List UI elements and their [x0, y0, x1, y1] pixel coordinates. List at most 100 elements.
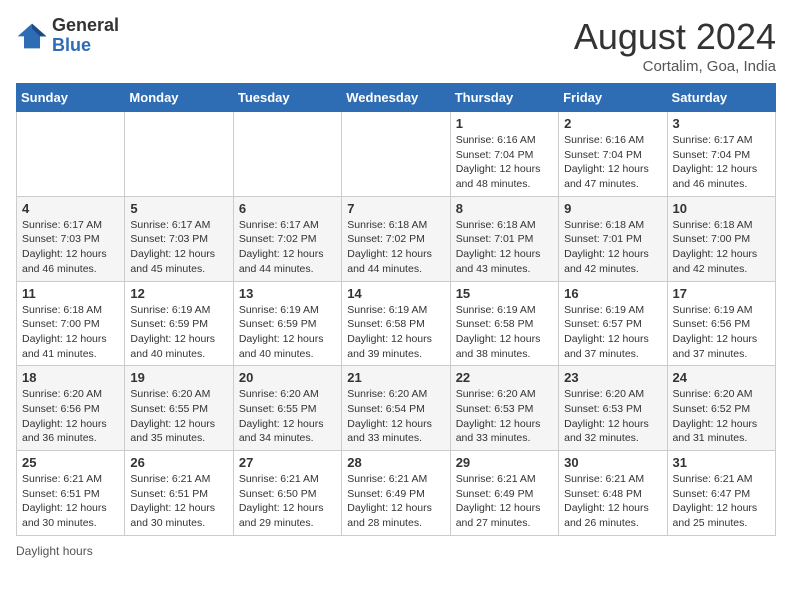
calendar-cell: 1Sunrise: 6:16 AM Sunset: 7:04 PM Daylig…	[450, 112, 558, 197]
day-number: 17	[673, 286, 770, 301]
day-info: Sunrise: 6:19 AM Sunset: 6:56 PM Dayligh…	[673, 303, 770, 362]
day-info: Sunrise: 6:19 AM Sunset: 6:59 PM Dayligh…	[239, 303, 336, 362]
calendar-cell: 12Sunrise: 6:19 AM Sunset: 6:59 PM Dayli…	[125, 281, 233, 366]
day-info: Sunrise: 6:17 AM Sunset: 7:02 PM Dayligh…	[239, 218, 336, 277]
calendar-cell: 15Sunrise: 6:19 AM Sunset: 6:58 PM Dayli…	[450, 281, 558, 366]
day-header-saturday: Saturday	[667, 84, 775, 112]
day-number: 21	[347, 370, 444, 385]
calendar-week-2: 11 Sunrise: 6:18 AM Sunset: 7:00 PM Dayli…	[17, 281, 776, 366]
calendar-cell: 23 Sunrise: 6:20 AM Sunset: 6:53 PM Dayli…	[559, 366, 667, 451]
day-number: 31	[673, 455, 770, 470]
logo: General Blue	[16, 16, 119, 56]
day-info: Sunrise: 6:18 AM Sunset: 7:00 PM Dayligh…	[22, 303, 119, 362]
day-info: Sunrise: 6:21 AM Sunset: 6:50 PM Dayligh…	[239, 472, 336, 531]
day-info: Sunrise: 6:18 AM Sunset: 7:01 PM Dayligh…	[564, 218, 661, 277]
logo-icon	[16, 22, 48, 50]
calendar-week-1: 4 Sunrise: 6:17 AM Sunset: 7:03 PM Daylig…	[17, 196, 776, 281]
day-info: Sunrise: 6:20 AM Sunset: 6:53 PM Dayligh…	[564, 387, 661, 446]
calendar-cell	[233, 112, 341, 197]
day-info: Sunrise: 6:17 AM Sunset: 7:03 PM Dayligh…	[130, 218, 227, 277]
calendar-cell: 20 Sunrise: 6:20 AM Sunset: 6:55 PM Dayli…	[233, 366, 341, 451]
day-number: 10	[673, 201, 770, 216]
day-number: 16	[564, 286, 661, 301]
day-number: 5	[130, 201, 227, 216]
day-info: Sunrise: 6:18 AM Sunset: 7:02 PM Dayligh…	[347, 218, 444, 277]
day-number: 26	[130, 455, 227, 470]
day-info: Sunrise: 6:16 AM Sunset: 7:04 PM Dayligh…	[564, 133, 661, 192]
calendar-cell: 5 Sunrise: 6:17 AM Sunset: 7:03 PM Daylig…	[125, 196, 233, 281]
calendar-cell: 13Sunrise: 6:19 AM Sunset: 6:59 PM Dayli…	[233, 281, 341, 366]
day-info: Sunrise: 6:21 AM Sunset: 6:47 PM Dayligh…	[673, 472, 770, 531]
calendar-cell: 30 Sunrise: 6:21 AM Sunset: 6:48 PM Dayli…	[559, 451, 667, 536]
day-header-sunday: Sunday	[17, 84, 125, 112]
calendar-cell: 6 Sunrise: 6:17 AM Sunset: 7:02 PM Daylig…	[233, 196, 341, 281]
footer-note: Daylight hours	[16, 544, 776, 558]
day-header-monday: Monday	[125, 84, 233, 112]
calendar-cell: 18 Sunrise: 6:20 AM Sunset: 6:56 PM Dayli…	[17, 366, 125, 451]
day-number: 27	[239, 455, 336, 470]
day-number: 22	[456, 370, 553, 385]
calendar-cell: 26 Sunrise: 6:21 AM Sunset: 6:51 PM Dayli…	[125, 451, 233, 536]
month-title: August 2024	[574, 16, 776, 58]
day-number: 20	[239, 370, 336, 385]
calendar-week-4: 25 Sunrise: 6:21 AM Sunset: 6:51 PM Dayli…	[17, 451, 776, 536]
day-number: 23	[564, 370, 661, 385]
day-number: 30	[564, 455, 661, 470]
title-area: August 2024 Cortalim, Goa, India	[574, 16, 776, 75]
day-header-thursday: Thursday	[450, 84, 558, 112]
day-number: 3	[673, 116, 770, 131]
day-number: 28	[347, 455, 444, 470]
day-number: 24	[673, 370, 770, 385]
calendar-cell: 24 Sunrise: 6:20 AM Sunset: 6:52 PM Dayli…	[667, 366, 775, 451]
calendar-cell: 2Sunrise: 6:16 AM Sunset: 7:04 PM Daylig…	[559, 112, 667, 197]
day-info: Sunrise: 6:21 AM Sunset: 6:51 PM Dayligh…	[22, 472, 119, 531]
day-number: 1	[456, 116, 553, 131]
page-header: General Blue August 2024 Cortalim, Goa, …	[16, 16, 776, 75]
day-number: 6	[239, 201, 336, 216]
calendar-cell: 17 Sunrise: 6:19 AM Sunset: 6:56 PM Dayli…	[667, 281, 775, 366]
location: Cortalim, Goa, India	[574, 58, 776, 75]
day-info: Sunrise: 6:20 AM Sunset: 6:55 PM Dayligh…	[239, 387, 336, 446]
day-info: Sunrise: 6:21 AM Sunset: 6:48 PM Dayligh…	[564, 472, 661, 531]
day-info: Sunrise: 6:20 AM Sunset: 6:52 PM Dayligh…	[673, 387, 770, 446]
day-info: Sunrise: 6:20 AM Sunset: 6:55 PM Dayligh…	[130, 387, 227, 446]
calendar-cell	[125, 112, 233, 197]
calendar-cell: 10 Sunrise: 6:18 AM Sunset: 7:00 PM Dayli…	[667, 196, 775, 281]
day-number: 11	[22, 286, 119, 301]
calendar-header-row: SundayMondayTuesdayWednesdayThursdayFrid…	[17, 84, 776, 112]
calendar-cell: 21 Sunrise: 6:20 AM Sunset: 6:54 PM Dayli…	[342, 366, 450, 451]
day-info: Sunrise: 6:17 AM Sunset: 7:04 PM Dayligh…	[673, 133, 770, 192]
day-number: 25	[22, 455, 119, 470]
day-number: 19	[130, 370, 227, 385]
day-header-wednesday: Wednesday	[342, 84, 450, 112]
day-number: 18	[22, 370, 119, 385]
calendar-cell: 3 Sunrise: 6:17 AM Sunset: 7:04 PM Daylig…	[667, 112, 775, 197]
day-number: 4	[22, 201, 119, 216]
day-info: Sunrise: 6:18 AM Sunset: 7:01 PM Dayligh…	[456, 218, 553, 277]
day-info: Sunrise: 6:21 AM Sunset: 6:51 PM Dayligh…	[130, 472, 227, 531]
day-info: Sunrise: 6:20 AM Sunset: 6:56 PM Dayligh…	[22, 387, 119, 446]
calendar-cell: 9 Sunrise: 6:18 AM Sunset: 7:01 PM Daylig…	[559, 196, 667, 281]
day-number: 9	[564, 201, 661, 216]
calendar-cell: 31 Sunrise: 6:21 AM Sunset: 6:47 PM Dayli…	[667, 451, 775, 536]
calendar-cell: 16Sunrise: 6:19 AM Sunset: 6:57 PM Dayli…	[559, 281, 667, 366]
day-info: Sunrise: 6:19 AM Sunset: 6:59 PM Dayligh…	[130, 303, 227, 362]
day-info: Sunrise: 6:17 AM Sunset: 7:03 PM Dayligh…	[22, 218, 119, 277]
day-header-tuesday: Tuesday	[233, 84, 341, 112]
calendar-cell: 4 Sunrise: 6:17 AM Sunset: 7:03 PM Daylig…	[17, 196, 125, 281]
day-number: 15	[456, 286, 553, 301]
day-info: Sunrise: 6:18 AM Sunset: 7:00 PM Dayligh…	[673, 218, 770, 277]
logo-blue-text: Blue	[52, 36, 119, 56]
calendar-cell	[342, 112, 450, 197]
day-number: 8	[456, 201, 553, 216]
calendar-cell: 25 Sunrise: 6:21 AM Sunset: 6:51 PM Dayli…	[17, 451, 125, 536]
logo-general-text: General	[52, 16, 119, 36]
calendar-week-0: 1 Sunrise: 6:16 AM Sunset: 7:04 PM Daylig…	[17, 112, 776, 197]
day-info: Sunrise: 6:20 AM Sunset: 6:53 PM Dayligh…	[456, 387, 553, 446]
day-info: Sunrise: 6:19 AM Sunset: 6:58 PM Dayligh…	[347, 303, 444, 362]
day-number: 14	[347, 286, 444, 301]
day-info: Sunrise: 6:20 AM Sunset: 6:54 PM Dayligh…	[347, 387, 444, 446]
day-number: 7	[347, 201, 444, 216]
calendar-cell: 19 Sunrise: 6:20 AM Sunset: 6:55 PM Dayli…	[125, 366, 233, 451]
daylight-note: Daylight hours	[16, 544, 93, 558]
